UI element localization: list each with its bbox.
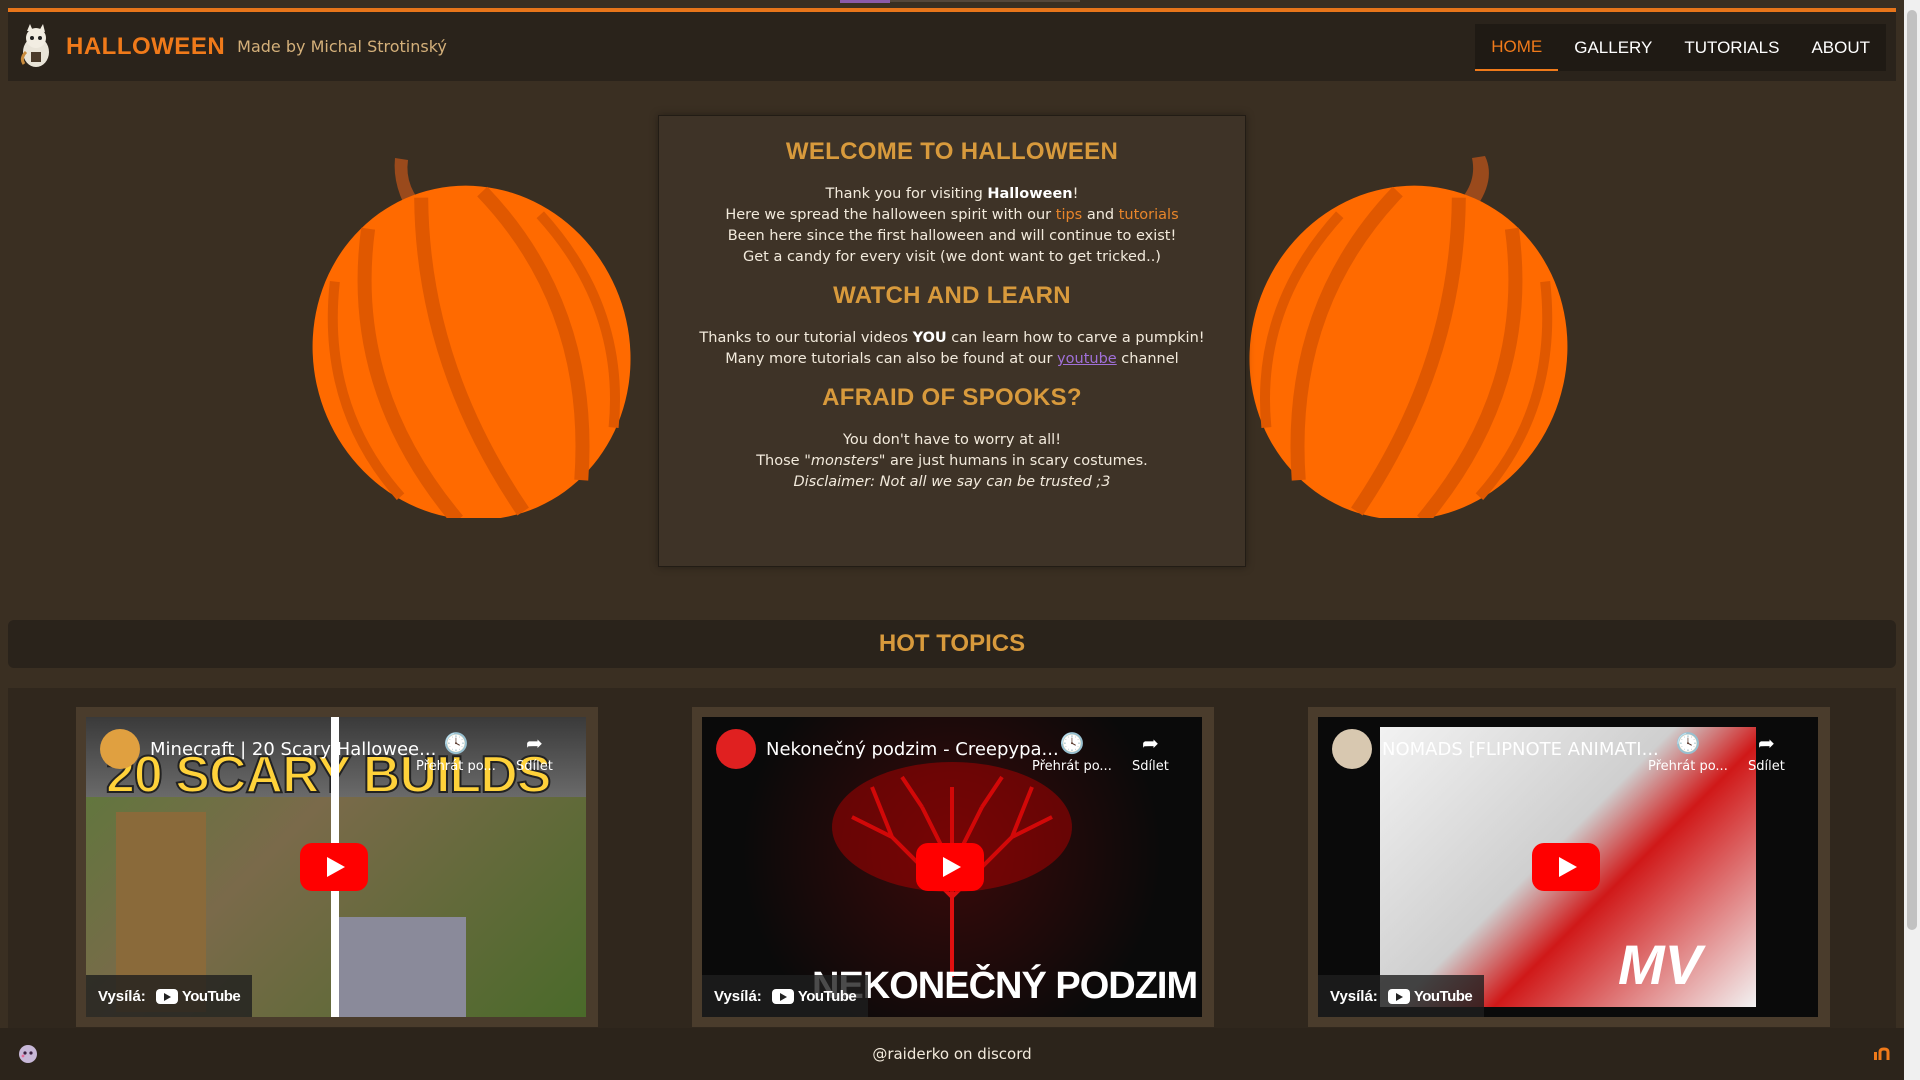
spooks-line1: You don't have to worry at all! bbox=[842, 432, 1062, 448]
learn-line2-end: channel bbox=[1116, 351, 1179, 367]
learn-line1-end: can learn how to carve a pumpkin! bbox=[946, 330, 1205, 346]
watch-later-label: Přehrát po... bbox=[1648, 759, 1728, 774]
spooks-title: AFRAID OF SPOOKS? bbox=[822, 384, 1082, 411]
youtube-wordmark: YouTube bbox=[181, 987, 241, 1005]
play-button[interactable] bbox=[1532, 843, 1600, 891]
nav-home[interactable]: HOME bbox=[1475, 24, 1559, 71]
spooks-monsters-word: monsters bbox=[810, 453, 879, 469]
welcome-line1-end: ! bbox=[1072, 186, 1079, 202]
hot-topics-title: HOT TOPICS bbox=[878, 630, 1026, 657]
pumpkin-right-icon bbox=[1249, 156, 1568, 518]
youtube-link[interactable]: youtube bbox=[1057, 351, 1117, 367]
share-icon: ➦ bbox=[526, 731, 543, 755]
scrollbar-thumb[interactable] bbox=[1907, 10, 1917, 930]
footer-discord-text: @raiderko on discord bbox=[872, 1045, 1032, 1063]
welcome-title: WELCOME TO HALLOWEEN bbox=[785, 138, 1119, 165]
video-title[interactable]: Minecraft | 20 Scary Hallowee... bbox=[150, 739, 436, 760]
channel-avatar[interactable] bbox=[716, 729, 756, 769]
watch-on-label: Vysílá: bbox=[1330, 987, 1378, 1005]
welcome-site-name: Halloween bbox=[987, 186, 1073, 202]
ghost-cat-logo-icon[interactable] bbox=[16, 22, 58, 72]
watch-on-youtube-bar[interactable]: Vysílá: YouTube bbox=[1318, 975, 1485, 1017]
welcome-line4: Get a candy for every visit (we dont wan… bbox=[743, 249, 1161, 265]
main-nav: HOME GALLERY TUTORIALS ABOUT bbox=[1475, 24, 1886, 71]
video-embed-minecraft[interactable]: 20 SCARY BUILDS Minecraft | 20 Scary Hal… bbox=[86, 717, 586, 1017]
spooks-line2-text: Those " bbox=[756, 453, 811, 469]
welcome-line2-mid: and bbox=[1082, 207, 1119, 223]
video-thumbnail-text: NEKONEČNÝ PODZIM bbox=[812, 965, 1198, 1007]
share-icon: ➦ bbox=[1758, 731, 1775, 755]
nav-tutorials[interactable]: TUTORIALS bbox=[1668, 24, 1795, 71]
top-tab-indicator bbox=[840, 0, 890, 3]
youtube-wordmark: YouTube bbox=[1413, 987, 1473, 1005]
welcome-panel: WELCOME TO HALLOWEEN Thank you for visit… bbox=[658, 115, 1246, 567]
video-embed-nomads[interactable]: MV NOMADS [FLIPNOTE ANIMATI... 🕓 Přehrát … bbox=[1318, 717, 1818, 1017]
youtube-logo-icon: YouTube bbox=[771, 987, 857, 1005]
site-footer: @raiderko on discord bbox=[0, 1028, 1904, 1080]
spooks-text: You don't have to worry at all! Those "m… bbox=[659, 430, 1245, 493]
youtube-logo-icon: YouTube bbox=[1387, 987, 1473, 1005]
watch-on-label: Vysílá: bbox=[714, 987, 762, 1005]
watch-later-label: Přehrát po... bbox=[416, 759, 496, 774]
clock-icon: 🕓 bbox=[1675, 731, 1701, 755]
learn-line1-text: Thanks to our tutorial videos bbox=[699, 330, 913, 346]
share-label: Sdílet bbox=[1132, 759, 1169, 774]
share-button[interactable]: ➦ Sdílet bbox=[516, 731, 553, 774]
nav-about[interactable]: ABOUT bbox=[1795, 24, 1886, 71]
play-button[interactable] bbox=[916, 843, 984, 891]
site-header: HALLOWEEN Made by Michal Strotinský HOME… bbox=[8, 12, 1896, 81]
watch-on-youtube-bar[interactable]: Vysílá: YouTube bbox=[86, 975, 253, 1017]
video-card: MV NOMADS [FLIPNOTE ANIMATI... 🕓 Přehrát … bbox=[1308, 707, 1830, 1027]
youtube-wordmark: YouTube bbox=[797, 987, 857, 1005]
ghost-icon bbox=[19, 1045, 37, 1063]
nav-gallery[interactable]: GALLERY bbox=[1558, 24, 1668, 71]
video-card: 20 SCARY BUILDS Minecraft | 20 Scary Hal… bbox=[76, 707, 598, 1027]
learn-emphasis: YOU bbox=[912, 330, 947, 346]
watch-later-label: Přehrát po... bbox=[1032, 759, 1112, 774]
pumpkin-left-icon bbox=[312, 158, 631, 518]
welcome-line2-text: Here we spread the halloween spirit with… bbox=[725, 207, 1056, 223]
watch-later-button[interactable]: 🕓 Přehrát po... bbox=[1648, 731, 1728, 774]
spooks-disclaimer: Disclaimer: Not all we say can be truste… bbox=[793, 474, 1111, 490]
video-title[interactable]: Nekonečný podzim - Creepypa... bbox=[766, 739, 1059, 760]
spooks-line2-end: " are just humans in scary costumes. bbox=[878, 453, 1148, 469]
channel-avatar[interactable] bbox=[100, 729, 140, 769]
welcome-line1-text: Thank you for visiting bbox=[825, 186, 988, 202]
youtube-logo-icon: YouTube bbox=[155, 987, 241, 1005]
video-title[interactable]: NOMADS [FLIPNOTE ANIMATI... bbox=[1382, 739, 1659, 760]
clock-icon: 🕓 bbox=[443, 731, 469, 755]
welcome-line3: Been here since the first halloween and … bbox=[727, 228, 1177, 244]
watch-on-label: Vysílá: bbox=[98, 987, 146, 1005]
share-button[interactable]: ➦ Sdílet bbox=[1132, 731, 1169, 774]
play-button[interactable] bbox=[300, 843, 368, 891]
share-button[interactable]: ➦ Sdílet bbox=[1748, 731, 1785, 774]
page-scrollbar[interactable] bbox=[1904, 0, 1920, 1080]
watch-later-button[interactable]: 🕓 Přehrát po... bbox=[1032, 731, 1112, 774]
video-card: NEKONEČNÝ PODZIM Nekonečný podzim - Cree… bbox=[692, 707, 1214, 1027]
clock-icon: 🕓 bbox=[1059, 731, 1085, 755]
learn-text: Thanks to our tutorial videos YOU can le… bbox=[659, 328, 1245, 370]
learn-line2-text: Many more tutorials can also be found at… bbox=[725, 351, 1058, 367]
site-byline: Made by Michal Strotinský bbox=[237, 37, 447, 56]
share-icon: ➦ bbox=[1142, 731, 1159, 755]
video-thumbnail-text: MV bbox=[1618, 933, 1702, 996]
tips-link[interactable]: tips bbox=[1056, 207, 1082, 223]
watch-later-button[interactable]: 🕓 Přehrát po... bbox=[416, 731, 496, 774]
share-label: Sdílet bbox=[1748, 759, 1785, 774]
top-tab-indicator-track bbox=[890, 0, 1080, 2]
watch-on-youtube-bar[interactable]: Vysílá: YouTube bbox=[702, 975, 869, 1017]
hot-topics-bar: HOT TOPICS bbox=[8, 620, 1896, 668]
welcome-text: Thank you for visiting Halloween! Here w… bbox=[659, 184, 1245, 268]
share-label: Sdílet bbox=[516, 759, 553, 774]
learn-title: WATCH AND LEARN bbox=[833, 282, 1071, 309]
corner-badge-icon[interactable] bbox=[1872, 1046, 1892, 1062]
minecraft-block-shape bbox=[336, 917, 466, 1017]
channel-avatar[interactable] bbox=[1332, 729, 1372, 769]
video-embed-nekonecny-podzim[interactable]: NEKONEČNÝ PODZIM Nekonečný podzim - Cree… bbox=[702, 717, 1202, 1017]
tutorials-link[interactable]: tutorials bbox=[1119, 207, 1179, 223]
site-brand[interactable]: HALLOWEEN bbox=[66, 33, 225, 61]
